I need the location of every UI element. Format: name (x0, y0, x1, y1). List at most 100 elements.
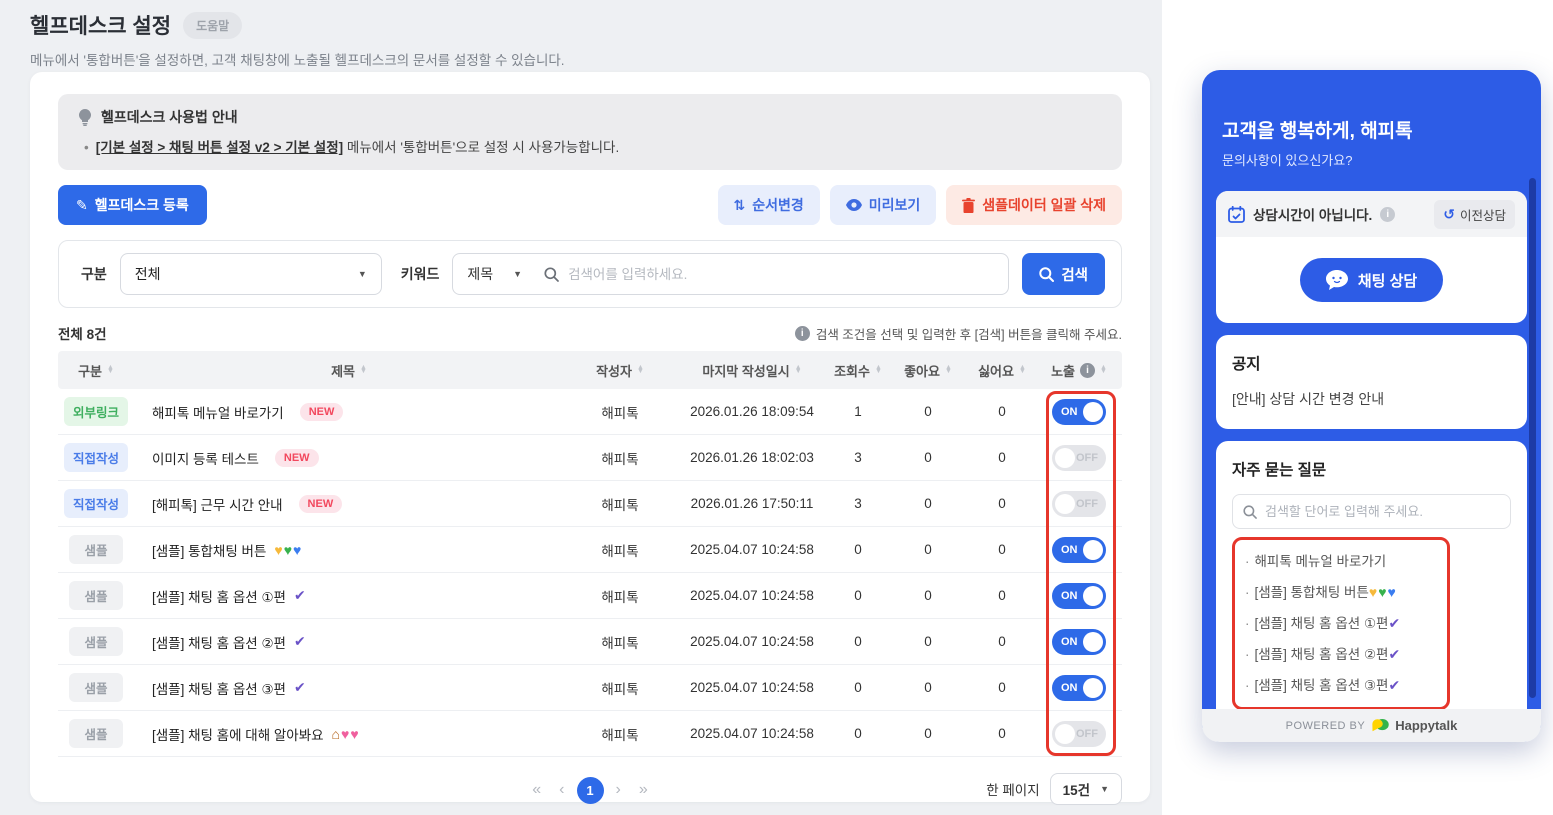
table-row[interactable]: 샘플 [샘플] 채팅 홈 옵션 ②편 ✔ 해피톡 2025.04.07 10:2… (58, 619, 1122, 665)
reorder-button[interactable]: ⇅ 순서변경 (717, 185, 820, 225)
author-cell: 해피톡 (601, 635, 639, 651)
page-subtitle: 메뉴에서 '통합버튼'을 설정하면, 고객 채팅창에 노출될 헬프데스크의 문서… (30, 53, 565, 68)
delete-sample-data-button[interactable]: 샘플데이터 일괄 삭제 (946, 185, 1122, 225)
dislikes-cell: 0 (998, 450, 1006, 465)
per-page-select[interactable]: 15건 ▼ (1049, 773, 1122, 805)
total-count: 전체 8건 (58, 327, 107, 342)
document-title: [샘플] 통합채팅 버튼 (152, 543, 267, 559)
document-title: 해피톡 메뉴얼 바로가기 (152, 405, 284, 421)
sort-icon: ▲ ▼ (636, 364, 644, 375)
faq-item[interactable]: · [샘플] 채팅 홈 옵션 ②편✔ (1245, 639, 1437, 670)
check-purple-icon: ✔ (293, 679, 307, 695)
dislikes-cell: 0 (998, 542, 1006, 557)
register-helpdesk-button[interactable]: ✎ 헬프데스크 등록 (58, 185, 207, 225)
table-row[interactable]: 샘플 [샘플] 채팅 홈에 대해 알아봐요 ⌂♥♥ 해피톡 2025.04.07… (58, 711, 1122, 757)
first-page-button[interactable]: « (526, 781, 547, 799)
document-title-cell[interactable]: [샘플] 채팅 홈 옵션 ①편 ✔ (134, 586, 564, 606)
document-title: [샘플] 채팅 홈 옵션 ③편 (152, 681, 286, 697)
heart-yellow-icon: ♥ (1368, 584, 1379, 600)
views-cell: 3 (854, 496, 862, 511)
settings-path-link[interactable]: [기본 설정 > 채팅 버튼 설정 v2 > 기본 설정] (96, 140, 343, 155)
chat-consult-button[interactable]: 채팅 상담 (1299, 258, 1444, 302)
table-row[interactable]: 직접작성 이미지 등록 테스트 NEW 해피톡 2026.01.26 18:02… (58, 435, 1122, 481)
exposure-toggle[interactable]: ON (1052, 628, 1106, 655)
search-icon (1243, 504, 1257, 519)
filter-bar: 구분 전체 ▼ 키워드 제목 ▼ 검색 (58, 240, 1122, 308)
author-cell: 해피톡 (601, 497, 639, 513)
previous-consult-button[interactable]: ↺ 이전상담 (1434, 199, 1515, 229)
category-select[interactable]: 전체 ▼ (119, 253, 382, 295)
heart-blue-icon: ♥ (293, 541, 303, 558)
table-row[interactable]: 샘플 [샘플] 채팅 홈 옵션 ③편 ✔ 해피톡 2025.04.07 10:2… (58, 665, 1122, 711)
document-title-cell[interactable]: 해피톡 메뉴얼 바로가기 NEW (134, 402, 564, 422)
preview-button[interactable]: 미리보기 (829, 185, 937, 225)
faq-item[interactable]: · [샘플] 채팅 홈 옵션 ①편✔ (1245, 608, 1437, 639)
table-row[interactable]: 샘플 [샘플] 통합채팅 버튼 ♥♥♥ 해피톡 2025.04.07 10:24… (58, 527, 1122, 573)
exposure-toggle[interactable]: ON (1052, 674, 1106, 701)
table-row[interactable]: 직접작성 [해피톡] 근무 시간 안내 NEW 해피톡 2026.01.26 1… (58, 481, 1122, 527)
col-header-views[interactable]: 조회수 ▲ ▼ (828, 361, 888, 380)
faq-item[interactable]: · [샘플] 통합채팅 버튼♥♥♥ (1245, 577, 1437, 608)
exposure-toggle[interactable]: OFF (1052, 720, 1106, 747)
col-header-exposed[interactable]: 노출 i ▲ ▼ (1036, 361, 1122, 380)
document-title-cell[interactable]: [샘플] 채팅 홈에 대해 알아봐요 ⌂♥♥ (134, 724, 564, 744)
table-row[interactable]: 샘플 [샘플] 채팅 홈 옵션 ①편 ✔ 해피톡 2025.04.07 10:2… (58, 573, 1122, 619)
powered-by-label: POWERED BY (1285, 719, 1366, 732)
notice-item[interactable]: [안내] 상담 시간 변경 안내 (1232, 389, 1511, 409)
help-badge[interactable]: 도움말 (183, 11, 243, 39)
document-title-cell[interactable]: [샘플] 채팅 홈 옵션 ②편 ✔ (134, 632, 564, 652)
col-header-dislikes[interactable]: 싫어요 ▲ ▼ (968, 361, 1036, 380)
document-title-cell[interactable]: [해피톡] 근무 시간 안내 NEW (134, 494, 564, 514)
prev-page-button[interactable]: ‹ (553, 781, 570, 799)
keyword-field-select[interactable]: 제목 ▼ (453, 264, 536, 284)
faq-item[interactable]: · 해피톡 메뉴얼 바로가기 (1245, 546, 1437, 577)
document-title-cell[interactable]: [샘플] 채팅 홈 옵션 ③편 ✔ (134, 678, 564, 698)
new-badge: NEW (274, 448, 319, 467)
pagination: « ‹ 1 › » 한 페이지 15건 ▼ (58, 773, 1122, 807)
search-button[interactable]: 검색 (1022, 253, 1105, 295)
heart-green-icon: ♥ (283, 541, 293, 558)
search-icon (544, 266, 559, 282)
calendar-icon (1228, 205, 1245, 223)
category-badge: 직접작성 (63, 443, 128, 472)
widget-scrollbar[interactable] (1529, 178, 1536, 698)
current-page-button[interactable]: 1 (576, 776, 604, 804)
check-purple-icon: ✔ (1388, 677, 1402, 693)
col-header-date[interactable]: 마지막 작성일시 ▲ ▼ (676, 361, 828, 380)
notice-title: 공지 (1232, 356, 1261, 373)
table-row[interactable]: 외부링크 해피톡 메뉴얼 바로가기 NEW 해피톡 2026.01.26 18:… (58, 389, 1122, 435)
faq-card: 자주 묻는 질문 ·해피톡 메뉴얼 바로가기·[샘플] 통합채팅 버튼♥♥♥·[… (1216, 441, 1527, 728)
trash-icon (962, 197, 976, 213)
exposure-toggle[interactable]: OFF (1052, 490, 1106, 517)
brand-name: Happytalk (1395, 718, 1458, 733)
last-page-button[interactable]: » (633, 781, 654, 799)
document-title-cell[interactable]: 이미지 등록 테스트 NEW (134, 448, 564, 468)
document-title-cell[interactable]: [샘플] 통합채팅 버튼 ♥♥♥ (134, 540, 564, 560)
col-header-likes[interactable]: 좋아요 ▲ ▼ (888, 361, 968, 380)
views-cell: 1 (854, 404, 862, 419)
sort-icon: ▲ ▼ (944, 364, 952, 375)
chat-bubble-icon (1325, 270, 1348, 290)
col-header-author[interactable]: 작성자 ▲ ▼ (564, 361, 676, 380)
search-input[interactable] (568, 266, 1001, 282)
col-header-category[interactable]: 구분 ▲ ▼ (58, 361, 134, 380)
faq-search-input[interactable] (1265, 504, 1500, 519)
likes-cell: 0 (924, 404, 932, 419)
likes-cell: 0 (924, 450, 932, 465)
chat-widget-preview: 고객을 행복하게, 해피톡 문의사항이 있으신가요? 상담시간이 아닙니다. i… (1202, 70, 1541, 742)
faq-list-highlight-box: · 해피톡 메뉴얼 바로가기 · [샘플] 통합채팅 버튼♥♥♥ · [샘플] 채팅 홈 … (1232, 537, 1450, 710)
heart-yellow-icon: ♥ (274, 541, 284, 558)
exposure-toggle[interactable]: ON (1052, 398, 1106, 425)
faq-item[interactable]: · [샘플] 채팅 홈 옵션 ③편✔ (1245, 670, 1437, 701)
bullet-dot: · (1245, 647, 1250, 662)
exposure-toggle[interactable]: ON (1052, 536, 1106, 563)
likes-cell: 0 (924, 588, 932, 603)
exposure-toggle[interactable]: ON (1052, 582, 1106, 609)
info-icon[interactable]: i (1380, 206, 1396, 222)
date-cell: 2026.01.26 18:02:03 (690, 450, 814, 465)
category-badge: 외부링크 (63, 397, 128, 426)
col-header-title[interactable]: 제목 ▲ ▼ (134, 361, 564, 380)
check-purple-icon: ✔ (1388, 615, 1402, 631)
next-page-button[interactable]: › (610, 781, 627, 799)
exposure-toggle[interactable]: OFF (1052, 444, 1106, 471)
